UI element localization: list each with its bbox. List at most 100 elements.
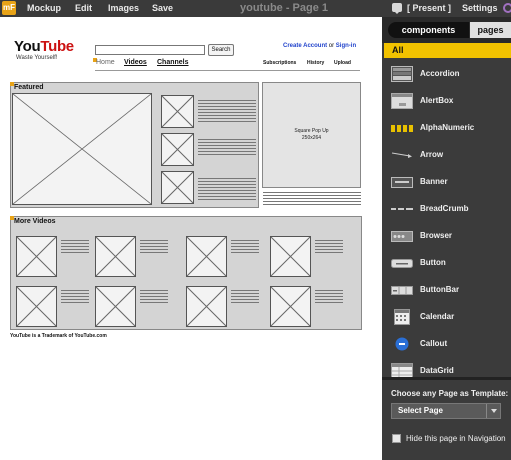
hide-page-checkbox[interactable] xyxy=(392,434,401,443)
logo-you: You xyxy=(14,38,41,55)
video-thumbnail[interactable] xyxy=(270,286,311,327)
component-buttonbar[interactable]: ButtonBar xyxy=(382,277,511,303)
accordion-icon xyxy=(391,66,413,82)
tagline: Waste Yourself! xyxy=(16,55,58,61)
search-button[interactable]: Search xyxy=(208,44,234,56)
present-label: [ Present ] xyxy=(407,3,452,13)
component-alertbox[interactable]: AlertBox xyxy=(382,88,511,114)
square-popup-ad[interactable]: Square Pop Up 250x264 xyxy=(262,82,361,188)
button-icon xyxy=(391,259,413,268)
history-link[interactable]: History xyxy=(307,60,324,66)
upload-link[interactable]: Upload xyxy=(334,60,351,66)
datagrid-icon xyxy=(391,363,413,377)
menu-images[interactable]: Images xyxy=(108,3,139,13)
tab-pages[interactable]: pages xyxy=(470,22,511,38)
video-description-lines xyxy=(198,178,256,202)
subscriptions-link[interactable]: Subscriptions xyxy=(263,60,296,66)
component-label: Calendar xyxy=(420,312,455,321)
video-thumbnail[interactable] xyxy=(270,236,311,277)
alertbox-icon xyxy=(391,93,413,109)
search-input[interactable] xyxy=(95,45,205,55)
create-account-link[interactable]: Create Account xyxy=(283,43,327,49)
menu-save[interactable]: Save xyxy=(152,3,173,13)
video-thumbnail[interactable] xyxy=(161,95,194,128)
component-label: ButtonBar xyxy=(420,285,460,294)
component-alphanumeric[interactable]: AlphaNumeric xyxy=(382,115,511,141)
video-thumbnail[interactable] xyxy=(186,286,227,327)
video-thumbnail[interactable] xyxy=(186,236,227,277)
logo-tube: Tube xyxy=(40,38,74,55)
browser-icon xyxy=(391,231,413,242)
calendar-icon xyxy=(394,309,410,325)
component-breadcrumb[interactable]: BreadCrumb xyxy=(382,196,511,222)
header-divider xyxy=(95,70,360,71)
account-links: Create Account or Sign-in xyxy=(283,43,356,49)
featured-title: Featured xyxy=(14,84,44,91)
account-circle-icon[interactable] xyxy=(503,3,511,13)
video-description-lines xyxy=(231,290,259,305)
hide-page-label: Hide this page in Navigation xyxy=(406,434,506,443)
chevron-down-icon[interactable] xyxy=(486,404,500,418)
app-logo: mF xyxy=(2,1,16,15)
nav-channels[interactable]: Channels xyxy=(157,59,189,66)
featured-video-placeholder[interactable] xyxy=(12,93,152,205)
video-description-lines xyxy=(61,290,89,305)
video-thumbnail[interactable] xyxy=(161,133,194,166)
filter-all[interactable]: All xyxy=(384,43,511,58)
component-label: Arrow xyxy=(420,150,444,159)
video-thumbnail[interactable] xyxy=(95,236,136,277)
popup-title: Square Pop Up xyxy=(294,128,329,134)
account-or: or xyxy=(327,43,336,49)
video-thumbnail[interactable] xyxy=(16,236,57,277)
banner-icon xyxy=(391,177,413,188)
video-thumbnail[interactable] xyxy=(161,171,194,204)
nav-videos[interactable]: Videos xyxy=(124,59,147,66)
menu-edit[interactable]: Edit xyxy=(75,3,92,13)
top-menu-bar: mF Mockup Edit Images Save youtube - Pag… xyxy=(0,0,511,17)
template-select[interactable]: Select Page xyxy=(391,403,501,419)
component-label: Banner xyxy=(420,177,448,186)
component-arrow[interactable]: Arrow xyxy=(382,142,511,168)
tab-components[interactable]: components xyxy=(388,22,469,38)
list-scroll-edge xyxy=(382,377,511,380)
comment-icon xyxy=(392,3,402,14)
component-calendar[interactable]: Calendar xyxy=(382,304,511,330)
component-callout[interactable]: Callout xyxy=(382,331,511,357)
component-accordion[interactable]: Accordion xyxy=(382,61,511,87)
signin-link[interactable]: Sign-in xyxy=(336,43,356,49)
template-label: Choose any Page as Template: xyxy=(391,389,509,398)
component-browser[interactable]: Browser xyxy=(382,223,511,249)
popup-text: Square Pop Up 250x264 xyxy=(263,128,360,142)
sidebar-tabs: components pages xyxy=(382,17,511,43)
video-description-lines xyxy=(231,240,259,255)
component-button[interactable]: Button xyxy=(382,250,511,276)
component-label: Callout xyxy=(420,339,448,348)
video-description-lines xyxy=(140,240,168,255)
menu-mockup[interactable]: Mockup xyxy=(27,3,61,13)
nav-home[interactable]: Home xyxy=(96,59,115,66)
video-description-lines xyxy=(198,100,256,124)
document-title: youtube - Page 1 xyxy=(240,2,329,14)
more-videos-title: More Videos xyxy=(14,218,56,225)
component-sidebar: components pages All Accordion AlertBox … xyxy=(382,17,511,460)
alphanumeric-icon xyxy=(391,125,413,132)
video-description-lines xyxy=(61,240,89,255)
video-description-lines xyxy=(315,240,343,255)
component-datagrid[interactable]: DataGrid xyxy=(382,358,511,377)
component-label: Browser xyxy=(420,231,453,240)
video-thumbnail[interactable] xyxy=(16,286,57,327)
trademark-footer: YouTube is a Trademark of YouTube.com xyxy=(10,333,107,339)
component-banner[interactable]: Banner xyxy=(382,169,511,195)
buttonbar-icon xyxy=(391,286,413,295)
callout-icon xyxy=(395,337,409,351)
arrow-icon xyxy=(391,152,412,158)
component-list[interactable]: Accordion AlertBox AlphaNumeric Arrow Ba… xyxy=(382,59,511,377)
breadcrumb-icon xyxy=(391,208,413,210)
video-thumbnail[interactable] xyxy=(95,286,136,327)
component-label: AlphaNumeric xyxy=(420,123,475,132)
settings-button[interactable]: Settings xyxy=(462,3,498,13)
popup-caption-lines xyxy=(263,192,361,207)
template-select-value: Select Page xyxy=(398,406,443,415)
component-label: AlertBox xyxy=(420,96,454,105)
component-label: DataGrid xyxy=(420,366,454,375)
